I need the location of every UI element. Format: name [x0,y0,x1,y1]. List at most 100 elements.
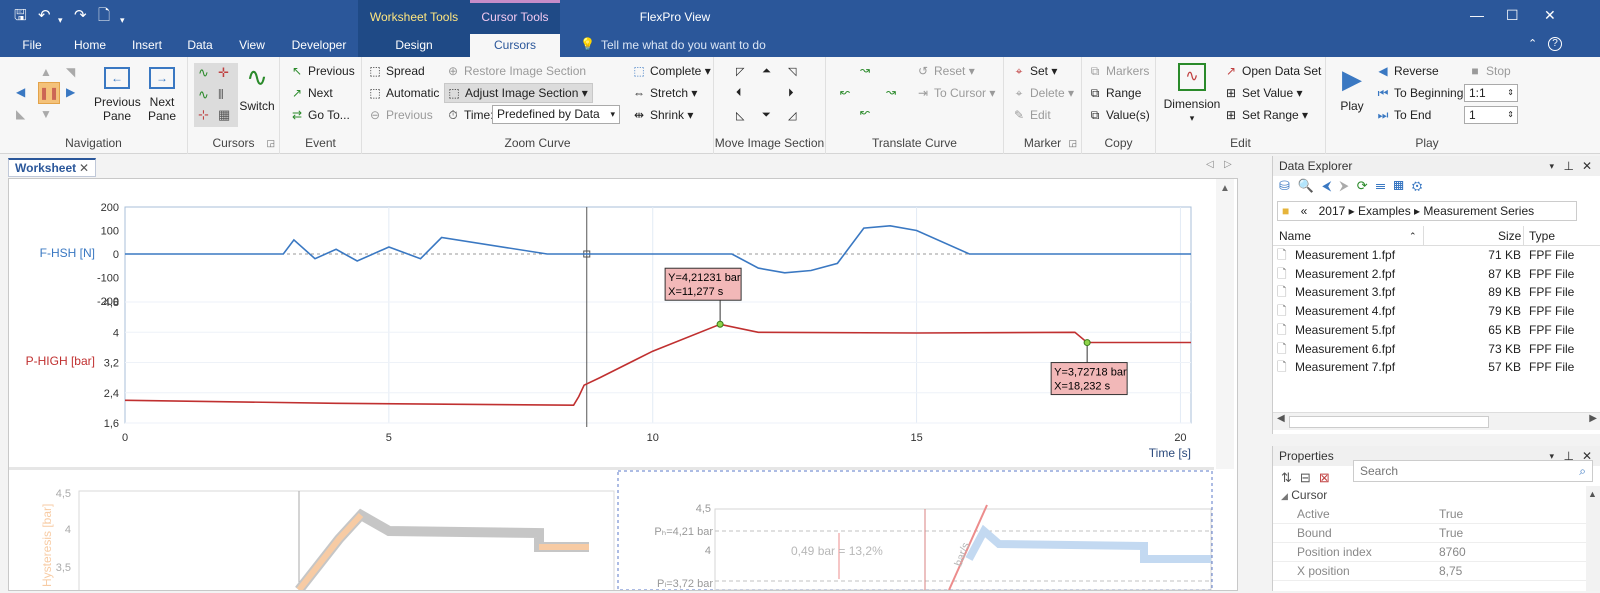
main-chart[interactable]: 2001000-100-2004,843,22,41,6 0 5 10 15 20 Y=… [9,179,1237,593]
translate-up-icon[interactable]: ↝ [860,63,870,77]
file-row[interactable]: 🗋 Measurement 4.fpf 79 KB FPF File [1277,302,1595,321]
collapse-ribbon-icon[interactable]: ⌃ [1528,37,1537,50]
copy-values-button[interactable]: ⧉ Value(s) [1088,106,1150,124]
adjust-image-section-button[interactable]: ⬚ Adjust Image Section ▾ [444,83,593,103]
scroll-up-icon[interactable]: ▲ [1220,183,1230,194]
properties-search-input[interactable] [1354,461,1554,481]
breadcrumb[interactable]: ■ « 2017 ▸ Examples ▸ Measurement Series [1277,201,1577,221]
file-row[interactable]: 🗋 Measurement 7.fpf 57 KB FPF File [1277,358,1595,377]
breadcrumb-examples[interactable]: Examples [1358,204,1411,218]
marker-delete-button[interactable]: ⌖ Delete ▾ [1012,84,1074,102]
settings-icon[interactable]: ⚙ [1412,178,1431,193]
properties-scrollbar[interactable]: ▲ [1586,486,1600,591]
nav-right-icon[interactable]: ▶ [66,85,75,99]
to-cursor-button[interactable]: ⇥ To Cursor ▾ [916,84,995,102]
nav-pause-icon[interactable]: ❚❚ [38,82,60,104]
breadcrumb-2017[interactable]: 2017 [1319,204,1346,218]
search-icon[interactable]: ⌕ [1579,464,1586,479]
close-tab-icon[interactable]: ✕ [79,160,89,176]
file-row[interactable]: 🗋 Measurement 5.fpf 65 KB FPF File [1277,321,1595,340]
zoom-previous-button[interactable]: ⊖ Previous [368,106,433,124]
pin-icon[interactable]: ⊥ [1564,156,1574,176]
tab-insert[interactable]: Insert [124,34,170,57]
shrink-button[interactable]: ⇹ Shrink ▾ [632,106,693,124]
set-value-button[interactable]: ⊞ Set Value ▾ [1224,84,1303,102]
tab-home[interactable]: Home [66,34,114,57]
event-next-button[interactable]: ↗ Next [290,84,333,102]
nav-down-left-icon[interactable]: ◣ [16,107,25,121]
hscroll-right-icon[interactable]: ▶ [1589,413,1597,424]
file-row[interactable]: 🗋 Measurement 2.fpf 87 KB FPF File [1277,265,1595,284]
view-list-icon[interactable]: ☰ [1376,178,1394,193]
move-up-left-icon[interactable]: ◸ [736,65,744,78]
properties-search[interactable]: ⌕ [1353,460,1593,482]
categorized-icon[interactable]: ⊟ [1300,470,1319,485]
customize-toolbar-icon[interactable]: ▾ [120,10,125,30]
save-icon[interactable]: 🖫 [14,6,27,26]
file-row[interactable]: 🗋 Measurement 6.fpf 73 KB FPF File [1277,340,1595,359]
column-name[interactable]: Name [1279,226,1311,246]
step-spinner[interactable]: 1 ⇕ [1464,106,1518,124]
dual-cursor-icon[interactable]: ∿ [198,87,209,103]
nav-up-left-icon[interactable]: ▲ [40,65,52,79]
explorer-hscrollbar[interactable]: ◀ ▶ [1273,412,1600,430]
move-down-right-icon[interactable]: ◿ [788,109,796,122]
cursors-dialog-launcher-icon[interactable]: ◲ [266,138,275,149]
event-previous-button[interactable]: ↖ Previous [290,62,355,80]
property-row[interactable]: Position index 8760 [1273,543,1600,562]
to-end-button[interactable]: ⏭ To End [1376,106,1432,124]
tab-scroll-right-icon[interactable]: ▷ [1224,159,1232,170]
translate-left-icon[interactable]: ↜ [840,85,850,99]
restore-image-section-button[interactable]: ⊕ Restore Image Section [446,62,586,80]
panel-menu-icon[interactable]: ▾ [1549,156,1554,176]
worksheet-tab[interactable]: Worksheet ✕ [8,158,96,177]
open-data-set-button[interactable]: ↗ Open Data Set [1224,62,1321,80]
marker-dialog-launcher-icon[interactable]: ◲ [1068,138,1077,149]
hscroll-thumb[interactable] [1289,416,1489,428]
copy-range-button[interactable]: ⧉ Range [1088,84,1142,102]
nav-left-icon[interactable]: ◀ [16,85,25,99]
forward-icon[interactable]: ⮞ [1339,178,1356,193]
reset-button[interactable]: ↺ Reset ▾ [916,62,975,80]
reverse-button[interactable]: ◀ Reverse [1376,62,1438,80]
speed-spinner-icon[interactable]: ⇕ [1507,85,1514,101]
stop-button[interactable]: ■ Stop [1468,62,1510,80]
minimize-icon[interactable]: — [1470,7,1484,23]
help-icon[interactable]: ? [1548,37,1562,51]
new-document-icon[interactable]: 🗋 [98,6,110,26]
play-button[interactable]: ▶ Play [1332,63,1372,113]
step-spinner-icon[interactable]: ⇕ [1507,107,1514,123]
table-cursor-icon[interactable]: ▦ [218,107,230,123]
tell-me-search[interactable]: Tell me what do you want to do [601,34,781,57]
tab-scroll-left-icon[interactable]: ◁ [1206,159,1214,170]
previous-pane-button[interactable]: ← Previous Pane [94,67,141,123]
sort-alpha-icon[interactable]: ⇅ [1281,470,1300,485]
reset-properties-icon[interactable]: ⊠ [1319,470,1338,485]
close-panel-icon[interactable]: ✕ [1582,156,1592,176]
column-type[interactable]: Type [1529,226,1555,246]
undo-icon[interactable]: ↶ [38,6,51,26]
column-size[interactable]: Size [1498,226,1521,246]
breadcrumb-back[interactable]: « [1301,204,1308,218]
refresh-icon[interactable]: ⟳ [1357,178,1376,193]
spread-button[interactable]: ⬚ Spread [368,62,424,80]
redo-icon[interactable]: ↷ [74,6,87,26]
automatic-button[interactable]: ⬚ Automatic [368,84,439,102]
marker-set-button[interactable]: ⌖ Set ▾ [1012,62,1058,80]
nav-down-icon[interactable]: ▼ [40,107,52,121]
database-icon[interactable]: ⛁ [1279,178,1298,193]
property-row[interactable]: Active True [1273,505,1600,524]
tab-data[interactable]: Data [180,34,220,57]
stretch-button[interactable]: ⇔ Stretch ▾ [632,84,697,102]
vertical-lines-icon[interactable]: ⦀ [218,87,224,103]
back-icon[interactable]: ⮜ [1322,178,1339,193]
tab-view[interactable]: View [232,34,272,57]
property-row[interactable]: Bound True [1273,524,1600,543]
search-folder-icon[interactable]: 🔍 [1298,178,1322,193]
complete-button[interactable]: ⬚ Complete ▾ [632,62,710,80]
maximize-icon[interactable]: ☐ [1506,7,1519,24]
properties-scroll-up-icon[interactable]: ▲ [1586,489,1597,499]
cross-cursor-icon[interactable]: ✛ [218,65,229,81]
nav-up-right-icon[interactable]: ◥ [66,65,75,79]
event-goto-button[interactable]: ⇄ Go To... [290,106,350,124]
